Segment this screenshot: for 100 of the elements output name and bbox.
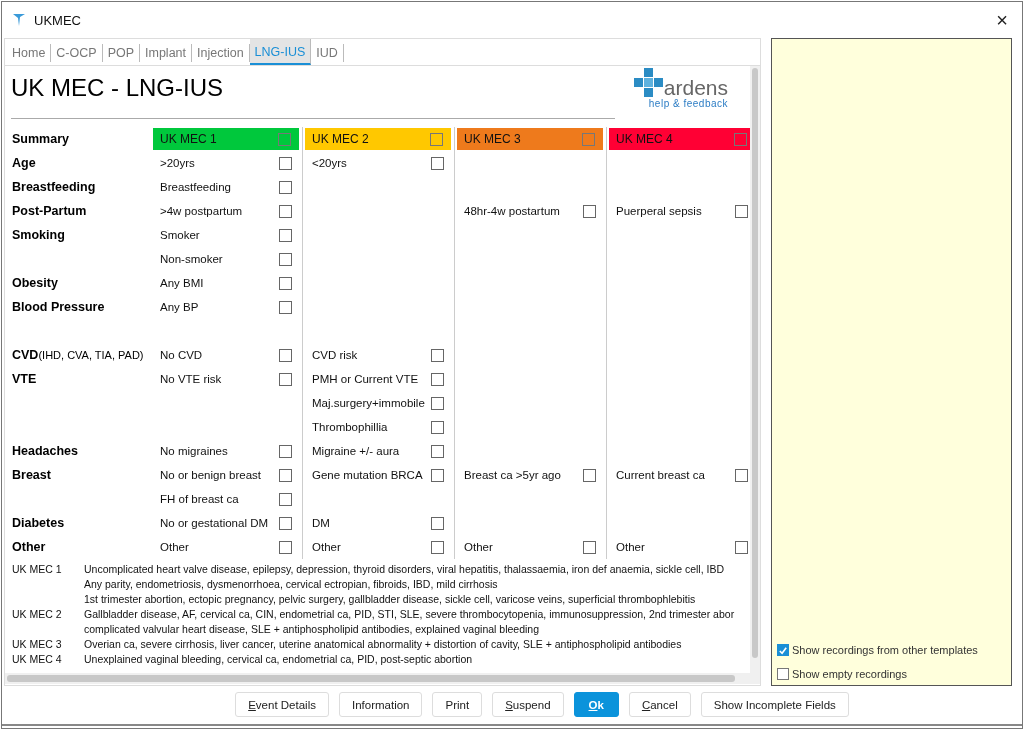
checkbox[interactable] bbox=[430, 132, 443, 146]
option-label: Other bbox=[464, 541, 493, 553]
checkbox[interactable] bbox=[279, 204, 292, 218]
checkbox[interactable] bbox=[431, 420, 444, 434]
option-label: 48hr-4w postartum bbox=[464, 205, 560, 217]
checkbox[interactable] bbox=[279, 156, 292, 170]
dialog-button[interactable]: Ok bbox=[573, 692, 619, 717]
checkbox[interactable] bbox=[279, 372, 292, 386]
option-label: Gene mutation BRCA bbox=[312, 469, 423, 481]
checkbox[interactable] bbox=[279, 276, 292, 290]
checkbox[interactable] bbox=[279, 300, 292, 314]
legend-text: Uncomplicated heart valve disease, epilepsy, depression, thyroid disorders, viral hepatitis, thalassaemia, iron def anaemia, sickle cell, IBD bbox=[84, 562, 725, 577]
option-label: Puerperal sepsis bbox=[616, 205, 702, 217]
dialog-button[interactable]: Information bbox=[338, 692, 423, 717]
checkbox[interactable] bbox=[431, 468, 444, 482]
option-label: Migraine +/- aura bbox=[312, 445, 400, 457]
legend-label: UK MEC 2 bbox=[11, 607, 63, 622]
option-label: No migraines bbox=[160, 445, 228, 457]
level-label: UK MEC 1 bbox=[160, 132, 217, 146]
dialog-button[interactable]: Event Details bbox=[235, 692, 329, 717]
option-label: PMH or Current VTE bbox=[312, 373, 419, 385]
level-label: UK MEC 4 bbox=[616, 132, 673, 146]
checkbox[interactable] bbox=[431, 156, 444, 170]
option-label: Current breast ca bbox=[616, 469, 705, 481]
legend-label: UK MEC 3 bbox=[11, 637, 63, 652]
tab[interactable]: POP bbox=[102, 44, 141, 62]
vertical-scrollbar[interactable] bbox=[750, 66, 760, 673]
close-button[interactable]: × bbox=[982, 5, 1022, 35]
checkbox[interactable] bbox=[735, 204, 748, 218]
checkbox[interactable] bbox=[431, 348, 444, 362]
option-label: CVD risk bbox=[312, 349, 358, 361]
row-label: Post-Partum bbox=[11, 203, 88, 220]
level-label: UK MEC 3 bbox=[464, 132, 521, 146]
checkbox[interactable] bbox=[279, 348, 292, 362]
option-label: DM bbox=[312, 517, 330, 529]
logo-link[interactable]: ardens help & feedback bbox=[633, 68, 728, 109]
row-label: Breast bbox=[11, 467, 52, 484]
checkbox[interactable] bbox=[431, 540, 444, 554]
option-label: Smoker bbox=[160, 229, 200, 241]
plus-icon bbox=[633, 68, 664, 98]
dialog-button[interactable]: Print bbox=[432, 692, 483, 717]
legend-text: Gallbladder disease, AF, cervical ca, CIN, endometrial ca, PID, STI, SLE, severe thrombocytopenia, immunosuppression, 2nd trimester abor bbox=[84, 607, 735, 622]
checkbox[interactable] bbox=[777, 644, 789, 656]
dialog-button[interactable]: Show Incomplete Fields bbox=[700, 692, 849, 717]
dialog-button[interactable]: Suspend bbox=[492, 692, 564, 717]
option-label: >4w postpartum bbox=[160, 205, 243, 217]
checkbox[interactable] bbox=[278, 132, 291, 146]
legend-text: complicated valvular heart disease, SLE + antiphospholipid antibodies, explained vaginal bleeding bbox=[84, 622, 539, 637]
checkbox[interactable] bbox=[279, 468, 292, 482]
tab[interactable]: Injection bbox=[192, 44, 250, 62]
tab[interactable]: Implant bbox=[140, 44, 193, 62]
checkbox[interactable] bbox=[279, 180, 292, 194]
checkbox[interactable] bbox=[279, 228, 292, 242]
row-label: Age bbox=[11, 155, 37, 172]
option-label: Breast ca >5yr ago bbox=[464, 469, 561, 481]
legend-text: Any parity, endometriosis, dysmenorrhoea, cervical ectropian, fibroids, IBD, mild cirrhosis bbox=[84, 577, 498, 592]
tab[interactable]: C-OCP bbox=[51, 44, 103, 62]
option-label: >20yrs bbox=[160, 157, 195, 169]
checkbox[interactable] bbox=[583, 468, 596, 482]
option-label: Breastfeeding bbox=[160, 181, 231, 193]
checkbox[interactable] bbox=[279, 444, 292, 458]
checkbox[interactable] bbox=[431, 372, 444, 386]
checkbox[interactable] bbox=[582, 132, 595, 146]
row-label: Blood Pressure bbox=[11, 299, 106, 316]
checkbox[interactable] bbox=[777, 668, 789, 680]
checkbox[interactable] bbox=[583, 204, 596, 218]
row-label: Other bbox=[11, 539, 47, 556]
checkbox[interactable] bbox=[279, 492, 292, 506]
level-label: UK MEC 2 bbox=[312, 132, 369, 146]
option-label: FH of breast ca bbox=[160, 493, 239, 505]
option-label: Maj.surgery+immobile bbox=[312, 397, 425, 409]
row-label: Headaches bbox=[11, 443, 79, 460]
tab[interactable]: IUD bbox=[311, 44, 344, 62]
checkbox[interactable] bbox=[735, 468, 748, 482]
legend-text: 1st trimester abortion, ectopic pregnancy, pelvic surgery, gallbladder disease, sickle cell, varicose veins, superficial thrombophlebitis bbox=[84, 592, 696, 607]
checkbox[interactable] bbox=[279, 252, 292, 266]
checkbox[interactable] bbox=[583, 540, 596, 554]
row-label: Smoking bbox=[11, 227, 66, 244]
checkbox[interactable] bbox=[734, 132, 747, 146]
option-label: Other bbox=[160, 541, 189, 553]
legend-label: UK MEC 4 bbox=[11, 652, 63, 667]
checkbox[interactable] bbox=[431, 516, 444, 530]
checkbox[interactable] bbox=[735, 540, 748, 554]
checkbox[interactable] bbox=[279, 516, 292, 530]
row-label: CVD(IHD, CVA, TIA, PAD) bbox=[11, 347, 145, 364]
option-label: Other bbox=[312, 541, 341, 553]
option-label: Other bbox=[616, 541, 645, 553]
checkbox-label: Show empty recordings bbox=[792, 668, 907, 680]
row-label: Breastfeeding bbox=[11, 179, 97, 196]
checkbox[interactable] bbox=[279, 540, 292, 554]
legend-label: UK MEC 1 bbox=[11, 562, 63, 577]
option-label: No CVD bbox=[160, 349, 203, 361]
window-title: UKMEC bbox=[34, 12, 81, 28]
option-label: No or benign breast bbox=[160, 469, 261, 481]
checkbox[interactable] bbox=[431, 444, 444, 458]
checkbox[interactable] bbox=[431, 396, 444, 410]
dialog-button[interactable]: Cancel bbox=[628, 692, 691, 717]
option-label: Any BP bbox=[160, 301, 199, 313]
tab[interactable]: Home bbox=[7, 44, 52, 62]
horizontal-scrollbar[interactable] bbox=[5, 673, 760, 684]
